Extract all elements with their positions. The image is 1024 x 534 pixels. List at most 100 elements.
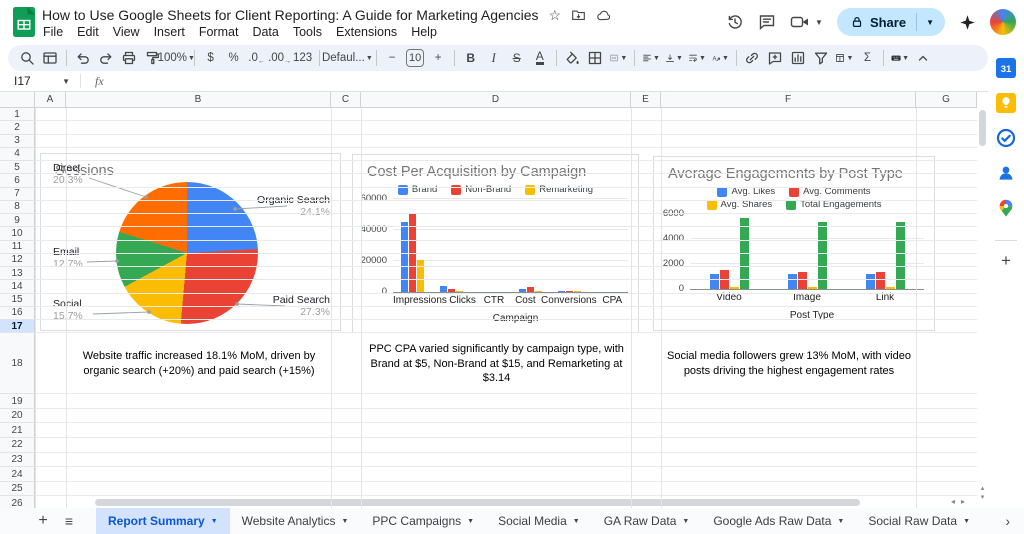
video-call-icon[interactable]: ▼ <box>790 14 823 30</box>
sheet-tab-caret[interactable]: ▼ <box>573 518 580 525</box>
column-header-G[interactable]: G <box>916 92 977 108</box>
fill-color-button[interactable] <box>561 47 583 69</box>
sheet-tab-report-summary[interactable]: Report Summary▼ <box>96 508 230 534</box>
row-header-11[interactable]: 11 <box>0 241 35 254</box>
row-header-2[interactable]: 2 <box>0 121 35 134</box>
menu-tools[interactable]: Tools <box>286 23 329 41</box>
column-header-D[interactable]: D <box>361 92 631 108</box>
decrease-decimal-button[interactable]: .0← <box>246 47 268 69</box>
sheet-tab-caret[interactable]: ▼ <box>211 518 218 525</box>
document-title[interactable]: How to Use Google Sheets for Client Repo… <box>42 7 539 23</box>
vertical-scrollbar[interactable] <box>979 110 986 146</box>
font-family-select-caret[interactable]: ▼ <box>366 55 373 62</box>
row-header-17[interactable]: 17 <box>0 320 35 333</box>
sheet-tab-ppc-campaigns[interactable]: PPC Campaigns▼ <box>360 508 486 534</box>
menu-extensions[interactable]: Extensions <box>329 23 404 41</box>
add-sheet-button[interactable]: + <box>30 512 56 530</box>
star-icon[interactable]: ☆ <box>549 8 562 22</box>
borders-button[interactable] <box>584 47 606 69</box>
row-header-12[interactable]: 12 <box>0 254 35 267</box>
row-header-20[interactable]: 20 <box>0 409 35 424</box>
account-avatar[interactable] <box>990 9 1016 35</box>
tasks-icon[interactable] <box>995 127 1017 149</box>
column-header-E[interactable]: E <box>631 92 661 108</box>
italic-button[interactable]: I <box>483 47 505 69</box>
sheet-tab-social-media[interactable]: Social Media▼ <box>486 508 592 534</box>
text-rotation-caret[interactable]: ▼ <box>722 55 729 62</box>
strikethrough-button[interactable]: S <box>506 47 528 69</box>
spreadsheet-grid[interactable]: Sessions Direct20.3% Email12.7% Social15… <box>0 92 977 508</box>
get-addons-button[interactable]: + <box>1001 251 1011 271</box>
input-tools-caret[interactable]: ▼ <box>902 55 909 62</box>
all-sheets-button[interactable]: ≡ <box>56 513 82 529</box>
row-header-10[interactable]: 10 <box>0 227 35 240</box>
menu-help[interactable]: Help <box>404 23 444 41</box>
sheet-tab-website-analytics[interactable]: Website Analytics▼ <box>230 508 361 534</box>
more-formats-button[interactable]: 123 <box>292 47 314 69</box>
row-header-21[interactable]: 21 <box>0 423 35 438</box>
search-button[interactable] <box>16 47 38 69</box>
redo-button[interactable] <box>95 47 117 69</box>
row-header-26[interactable]: 26 <box>0 496 35 508</box>
row-header-9[interactable]: 9 <box>0 214 35 227</box>
sheet-tab-caret[interactable]: ▼ <box>682 518 689 525</box>
gemini-sparkle-icon[interactable] <box>959 14 976 31</box>
row-header-24[interactable]: 24 <box>0 467 35 482</box>
column-header-A[interactable]: A <box>35 92 66 108</box>
text-rotation-button[interactable]: A▼ <box>709 47 731 69</box>
sheets-logo[interactable] <box>13 7 35 37</box>
text-color-button[interactable]: A <box>529 47 551 69</box>
print-button[interactable] <box>118 47 140 69</box>
row-header-7[interactable]: 7 <box>0 188 35 201</box>
increase-decimal-button[interactable]: .00→ <box>269 47 291 69</box>
sheet-tab-ga-raw-data[interactable]: GA Raw Data▼ <box>592 508 702 534</box>
decrease-font-size-button[interactable]: − <box>381 47 403 69</box>
menu-view[interactable]: View <box>106 23 147 41</box>
table-views-button[interactable]: ▼ <box>833 47 855 69</box>
contacts-icon[interactable] <box>995 162 1017 184</box>
video-call-caret[interactable]: ▼ <box>815 18 823 27</box>
vertical-align-caret[interactable]: ▼ <box>676 55 683 62</box>
calendar-icon[interactable]: 31 <box>995 57 1017 79</box>
currency-format-button[interactable]: $ <box>200 47 222 69</box>
text-wrap-button[interactable]: ▼ <box>686 47 708 69</box>
row-header-8[interactable]: 8 <box>0 201 35 214</box>
move-folder-icon[interactable] <box>571 8 586 23</box>
vertical-align-button[interactable]: ▼ <box>663 47 685 69</box>
horizontal-align-button[interactable]: ▼ <box>640 47 662 69</box>
row-header-14[interactable]: 14 <box>0 280 35 293</box>
insert-link-button[interactable] <box>741 47 763 69</box>
sheet-tab-social-raw-data[interactable]: Social Raw Data▼ <box>856 508 982 534</box>
sheet-tab-caret[interactable]: ▼ <box>837 518 844 525</box>
share-caret[interactable]: ▼ <box>917 8 945 36</box>
document-status-cloud-icon[interactable] <box>596 8 612 23</box>
grid-corner[interactable] <box>0 92 35 108</box>
collapse-toolbar-button[interactable] <box>912 47 934 69</box>
row-header-16[interactable]: 16 <box>0 307 35 320</box>
sheet-tab-caret[interactable]: ▼ <box>341 518 348 525</box>
row-header-25[interactable]: 25 <box>0 482 35 497</box>
zoom-select-button[interactable]: 100%▼ <box>164 47 189 69</box>
create-filter-button[interactable] <box>810 47 832 69</box>
column-header-C[interactable]: C <box>331 92 361 108</box>
version-history-icon[interactable] <box>726 13 744 31</box>
row-header-22[interactable]: 22 <box>0 438 35 453</box>
increase-font-size-button[interactable]: + <box>427 47 449 69</box>
row-header-4[interactable]: 4 <box>0 148 35 161</box>
row-header-1[interactable]: 1 <box>0 108 35 121</box>
menu-edit[interactable]: Edit <box>70 23 106 41</box>
menu-format[interactable]: Format <box>192 23 246 41</box>
insert-comment-button[interactable] <box>764 47 786 69</box>
maps-icon[interactable] <box>995 197 1017 219</box>
row-header-18[interactable]: 18 <box>0 333 35 394</box>
bold-button[interactable]: B <box>460 47 482 69</box>
font-size-input-button[interactable]: 10 <box>404 47 426 69</box>
menu-insert[interactable]: Insert <box>147 23 192 41</box>
sheet-tab-caret[interactable]: ▼ <box>963 518 970 525</box>
menu-data[interactable]: Data <box>245 23 285 41</box>
row-header-23[interactable]: 23 <box>0 453 35 468</box>
keep-icon[interactable] <box>995 92 1017 114</box>
row-header-15[interactable]: 15 <box>0 294 35 307</box>
text-wrap-caret[interactable]: ▼ <box>699 55 706 62</box>
row-header-6[interactable]: 6 <box>0 174 35 187</box>
